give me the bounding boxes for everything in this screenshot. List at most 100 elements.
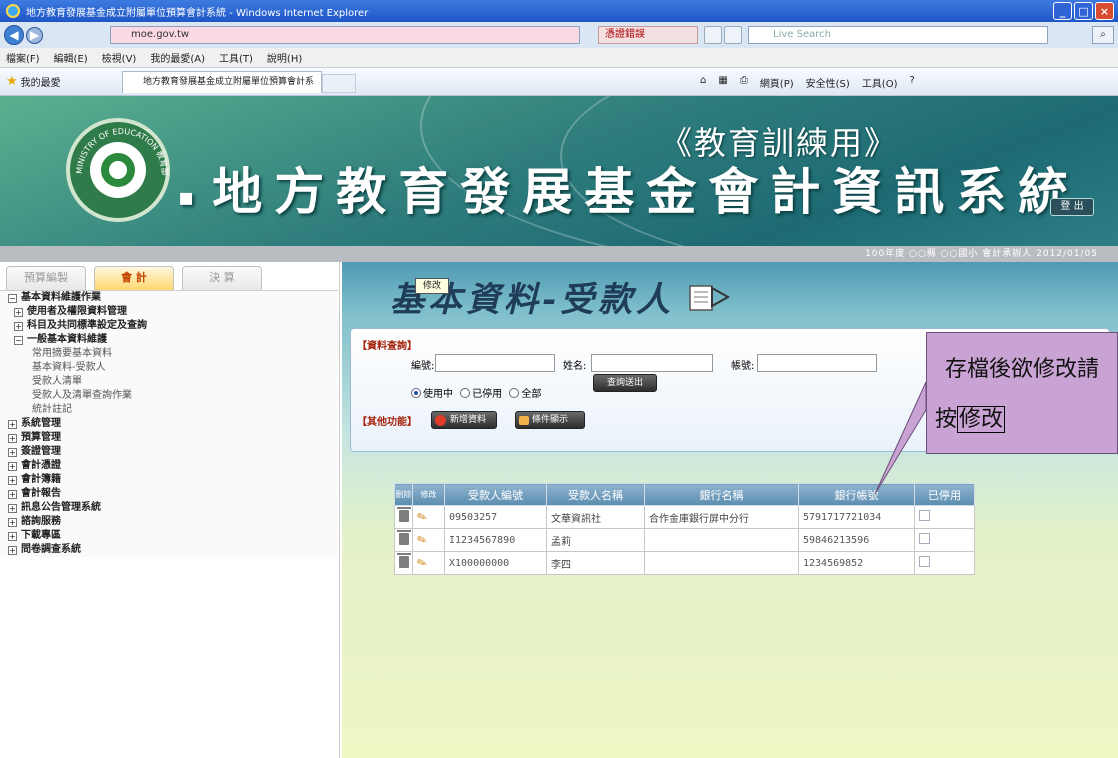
nav-tree-item[interactable]: + 諮詢服務 bbox=[0, 515, 338, 529]
nav-tree-item[interactable]: + 系統管理 bbox=[0, 417, 338, 431]
col-payee-code[interactable]: 受款人編號 bbox=[444, 483, 547, 506]
query-submit-button[interactable]: 查詢送出 bbox=[593, 374, 657, 392]
tab-accounting[interactable]: 會 計 bbox=[94, 266, 174, 290]
browser-tab[interactable]: 地方教育發展基金成立附屬單位預算會計系統 bbox=[122, 71, 322, 107]
expand-icon[interactable]: + bbox=[8, 490, 17, 499]
minimize-button[interactable]: _ bbox=[1053, 2, 1072, 20]
menu-favorites[interactable]: 我的最愛(A) bbox=[150, 50, 205, 65]
nav-tree-item[interactable]: + 問卷調查系統 bbox=[0, 543, 338, 557]
radio-active[interactable]: 使用中 bbox=[411, 388, 453, 400]
nav-tree-item[interactable]: + 訊息公告管理系統 bbox=[0, 501, 338, 515]
col-bank-account[interactable]: 銀行帳號 bbox=[798, 483, 915, 506]
compat-view-icon[interactable] bbox=[704, 26, 722, 44]
col-bank-name[interactable]: 銀行名稱 bbox=[644, 483, 799, 506]
tab-budget[interactable]: 預算編製 bbox=[6, 266, 86, 290]
expand-icon[interactable]: + bbox=[8, 462, 17, 471]
radio-disabled[interactable]: 已停用 bbox=[460, 388, 502, 400]
back-button[interactable]: ◀ bbox=[4, 25, 24, 45]
pencil-icon[interactable]: ✎ bbox=[415, 532, 429, 549]
menu-tools[interactable]: 工具(T) bbox=[219, 50, 253, 65]
nav-tree-item[interactable]: − 基本資料維護作業 bbox=[0, 291, 338, 305]
add-record-button[interactable]: 新增資料 bbox=[431, 411, 497, 429]
disabled-checkbox[interactable] bbox=[919, 510, 930, 521]
code-input[interactable] bbox=[435, 354, 555, 372]
nav-tree-item[interactable]: + 會計報告 bbox=[0, 487, 338, 501]
forward-button[interactable]: ▶ bbox=[26, 26, 43, 44]
tools-menu[interactable]: 工具(O) bbox=[862, 75, 898, 90]
expand-icon[interactable]: + bbox=[8, 476, 17, 485]
tab-final-accounts[interactable]: 決 算 bbox=[182, 266, 262, 290]
pencil-icon[interactable]: ✎ bbox=[415, 509, 429, 526]
expand-icon[interactable]: + bbox=[8, 434, 17, 443]
expand-icon[interactable]: + bbox=[8, 420, 17, 429]
name-input[interactable] bbox=[591, 354, 713, 372]
payee-name-cell: 李四 bbox=[546, 551, 645, 575]
expand-icon[interactable]: + bbox=[14, 308, 23, 317]
nav-tree: − 基本資料維護作業 + 使用者及權限資料管理 + 科目及共同標準設定及查詢 − 一般基本資料… bbox=[0, 290, 338, 557]
nav-tree-item[interactable]: − 一般基本資料維護 bbox=[0, 333, 338, 347]
nav-tree-label: 諮詢服務 bbox=[21, 516, 61, 527]
nav-tree-item[interactable]: + 會計憑證 bbox=[0, 459, 338, 473]
expand-icon[interactable]: + bbox=[8, 546, 17, 555]
payee-code-cell: I1234567890 bbox=[444, 528, 547, 552]
nav-tree-label: 一般基本資料維護 bbox=[27, 334, 107, 345]
nav-tree-label: 受款人及清單查詢作業 bbox=[32, 390, 132, 401]
nav-tree-item[interactable]: 統計註記 bbox=[0, 403, 338, 417]
nav-tree-item[interactable]: + 科目及共同標準設定及查詢 bbox=[0, 319, 338, 333]
name-label: 姓名: bbox=[563, 361, 587, 372]
nav-tree-item[interactable]: + 下載專區 bbox=[0, 529, 338, 543]
maximize-button[interactable]: □ bbox=[1074, 2, 1093, 20]
menu-edit[interactable]: 編輯(E) bbox=[54, 50, 88, 65]
collapse-icon[interactable]: − bbox=[14, 336, 23, 345]
expand-icon[interactable]: + bbox=[14, 322, 23, 331]
condition-display-button[interactable]: 條件顯示 bbox=[515, 411, 585, 429]
nav-tree-item[interactable]: + 預算管理 bbox=[0, 431, 338, 445]
print-icon[interactable]: ⎙ bbox=[740, 75, 748, 90]
nav-tree-label: 統計註記 bbox=[32, 404, 72, 415]
refresh-icon[interactable] bbox=[724, 26, 742, 44]
safety-menu[interactable]: 安全性(S) bbox=[806, 75, 850, 90]
certificate-error-badge[interactable]: 憑證錯誤 bbox=[598, 26, 698, 44]
trash-icon[interactable] bbox=[397, 552, 411, 568]
menu-view[interactable]: 檢視(V) bbox=[102, 50, 137, 65]
home-icon[interactable]: ⌂ bbox=[700, 75, 706, 90]
expand-icon[interactable]: + bbox=[8, 532, 17, 541]
account-input[interactable] bbox=[757, 354, 877, 372]
other-section-label: 【其他功能】 bbox=[357, 417, 417, 428]
page-menu[interactable]: 網頁(P) bbox=[760, 75, 794, 90]
search-icon[interactable]: ⌕ bbox=[1092, 26, 1114, 44]
nav-tree-label: 問卷調查系統 bbox=[21, 544, 81, 555]
collapse-icon[interactable]: − bbox=[8, 294, 17, 303]
nav-tree-item[interactable]: + 會計簿籍 bbox=[0, 473, 338, 487]
search-input[interactable]: Live Search bbox=[748, 26, 1048, 44]
payee-code-cell: X100000000 bbox=[444, 551, 547, 575]
pencil-icon[interactable]: ✎ bbox=[415, 555, 429, 572]
logout-button[interactable]: 登 出 bbox=[1050, 198, 1094, 216]
favorites-button[interactable]: 我的最愛 bbox=[21, 74, 61, 89]
trash-icon[interactable] bbox=[397, 529, 411, 545]
disabled-checkbox[interactable] bbox=[919, 556, 930, 567]
disabled-checkbox[interactable] bbox=[919, 533, 930, 544]
nav-tree-item[interactable]: 基本資料-受款人 bbox=[0, 361, 338, 375]
expand-icon[interactable]: + bbox=[8, 448, 17, 457]
feeds-icon[interactable]: ▦ bbox=[718, 75, 727, 90]
url-field[interactable]: moe.gov.tw bbox=[110, 26, 580, 44]
nav-tree-item[interactable]: + 使用者及權限資料管理 bbox=[0, 305, 338, 319]
menu-file[interactable]: 檔案(F) bbox=[6, 50, 40, 65]
bank-name-cell bbox=[644, 528, 799, 552]
ie-icon bbox=[6, 4, 20, 18]
nav-tree-item[interactable]: 受款人清單 bbox=[0, 375, 338, 389]
new-tab-button[interactable] bbox=[322, 74, 356, 93]
trash-icon[interactable] bbox=[397, 506, 411, 522]
nav-tree-item[interactable]: 受款人及清單查詢作業 bbox=[0, 389, 338, 403]
expand-icon[interactable]: + bbox=[8, 504, 17, 513]
close-button[interactable]: × bbox=[1095, 2, 1114, 20]
nav-tree-item[interactable]: 常用摘要基本資料 bbox=[0, 347, 338, 361]
payee-name-cell: 文華資訊社 bbox=[546, 505, 645, 529]
col-payee-name[interactable]: 受款人名稱 bbox=[546, 483, 645, 506]
help-icon[interactable]: ? bbox=[910, 75, 915, 90]
nav-tree-item[interactable]: + 簽證管理 bbox=[0, 445, 338, 459]
expand-icon[interactable]: + bbox=[8, 518, 17, 527]
radio-all[interactable]: 全部 bbox=[509, 388, 541, 400]
menu-help[interactable]: 說明(H) bbox=[267, 50, 302, 65]
